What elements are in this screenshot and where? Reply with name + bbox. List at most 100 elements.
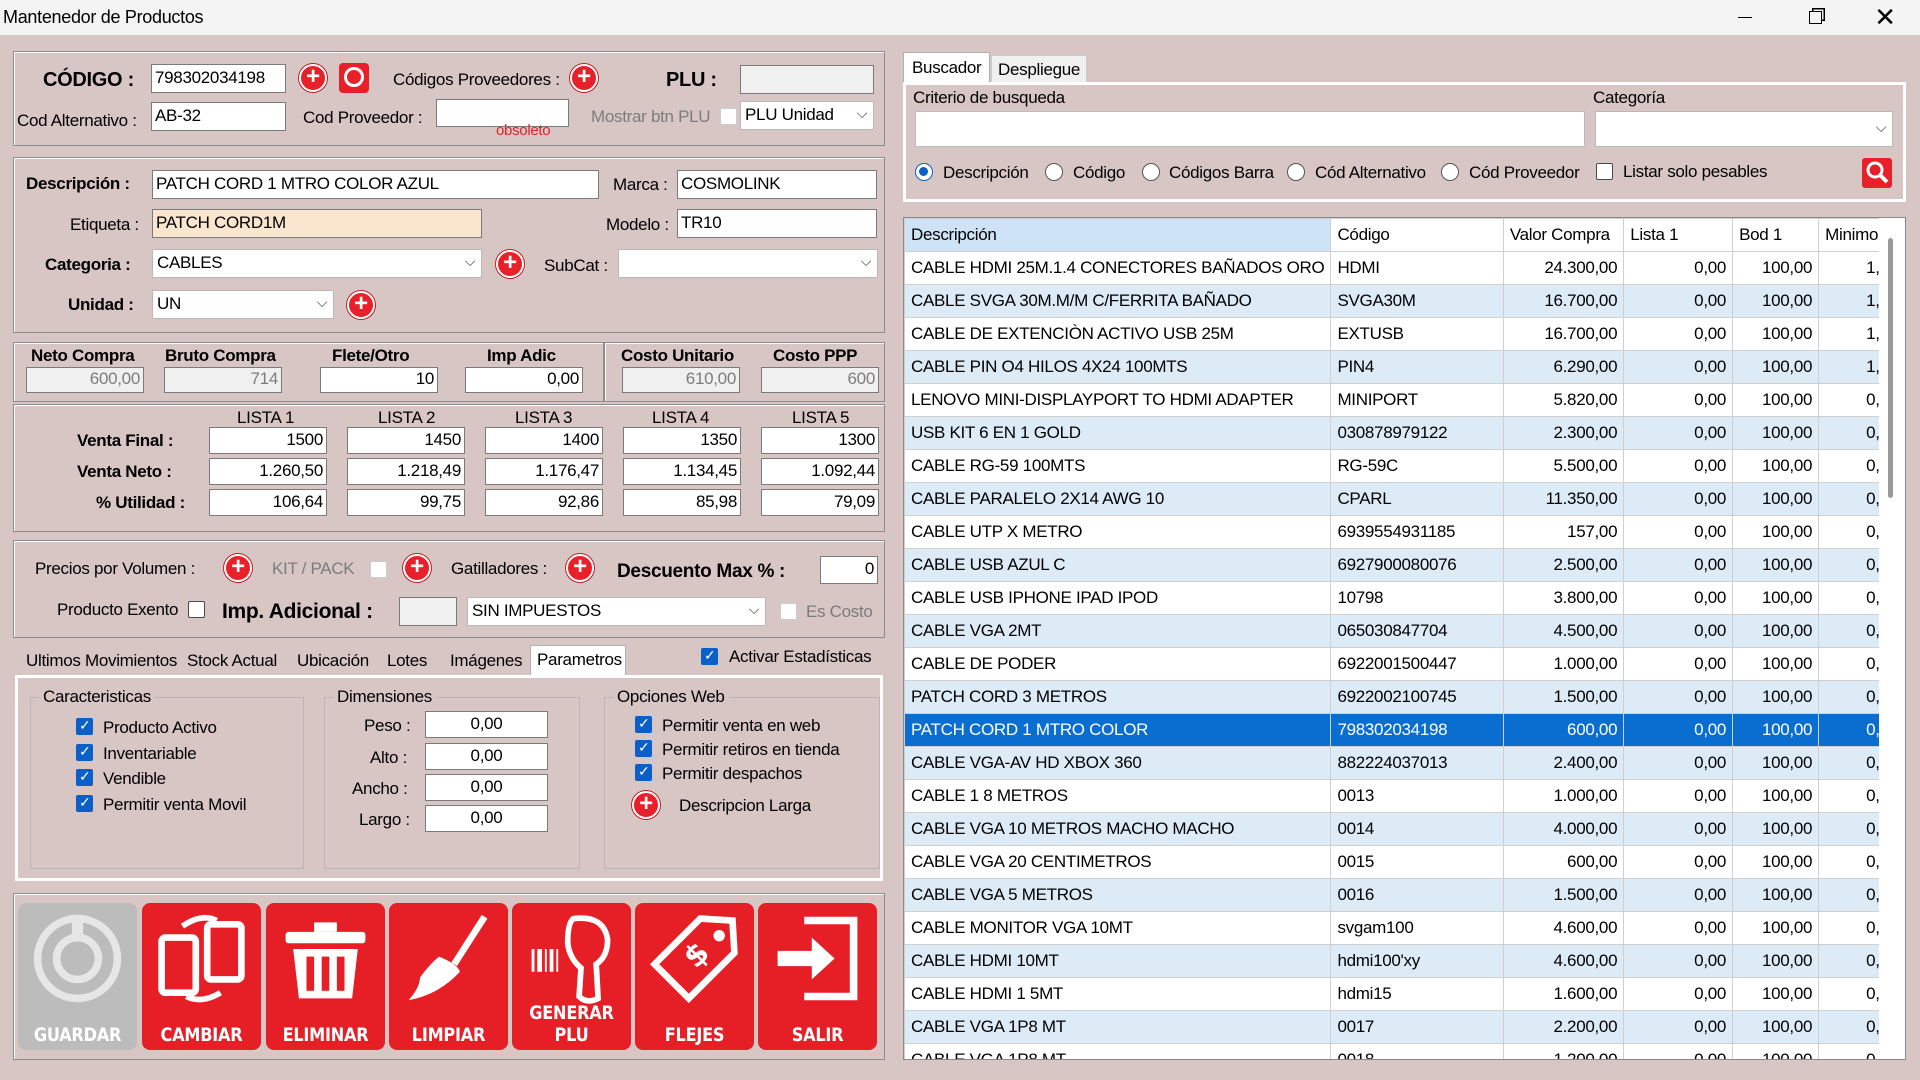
imp-adicional-code[interactable] <box>399 597 457 626</box>
bruto-compra-input[interactable]: 714 <box>164 367 282 393</box>
radio-cod-alternativo[interactable] <box>1287 163 1305 181</box>
tab-stock-actual[interactable]: Stock Actual <box>181 647 283 675</box>
tab-parametros[interactable]: Parametros <box>530 645 626 676</box>
permitir-despachos-checkbox[interactable] <box>635 763 652 781</box>
cod-alternativo-input[interactable]: AB-32 <box>151 102 286 131</box>
radio-codigos-barra[interactable] <box>1142 163 1160 181</box>
impuesto-select[interactable]: SIN IMPUESTOS ⌵ <box>467 597 766 626</box>
table-row[interactable]: PATCH CORD 1 MTRO COLOR 798302034198 600,0… <box>904 713 1905 747</box>
ancho-input[interactable]: 0,00 <box>425 774 548 801</box>
imp-adic-input[interactable]: 0,00 <box>465 367 583 393</box>
eliminar-button[interactable]: ELIMINAR <box>266 903 385 1050</box>
tab-despliegue[interactable]: Despliegue <box>991 55 1088 83</box>
add-categoria-button[interactable]: + <box>496 250 524 278</box>
add-unidad-button[interactable]: + <box>347 291 375 319</box>
table-row[interactable]: CABLE VGA 1P8 MT00181.200,000,00100,000,… <box>904 1043 1905 1059</box>
radio-codigo[interactable] <box>1045 163 1063 181</box>
col-codigo[interactable]: Código <box>1330 218 1504 252</box>
table-row[interactable]: CABLE RG-59 100MTS RG-59C 5.500,00 0,00 100,… <box>904 449 1905 483</box>
table-row[interactable]: CABLE USB AZUL C 6927900080076 2.500,00 0,0… <box>904 548 1905 582</box>
maximize-button[interactable] <box>1780 0 1850 35</box>
add-codigo-button[interactable]: + <box>299 64 327 92</box>
utilidad-lista5[interactable]: 79,09 <box>761 489 879 516</box>
table-row[interactable]: CABLE USB IPHONE IPAD IPOD 10798 3.800,00 0… <box>904 581 1905 615</box>
venta-final-lista4[interactable]: 1350 <box>623 427 741 454</box>
add-kit-pack-button[interactable]: + <box>403 554 431 582</box>
utilidad-lista1[interactable]: 106,64 <box>209 489 327 516</box>
tab-ubicacion[interactable]: Ubicación <box>291 647 375 675</box>
table-row[interactable]: CABLE HDMI 10MT hdmi100'xy 4.600,00 0,00 100… <box>904 944 1905 978</box>
grid-scroll-thumb[interactable] <box>1888 238 1893 498</box>
table-row[interactable]: LENOVO MINI-DISPLAYPORT TO HDMI ADAPTER M… <box>904 383 1905 417</box>
categoria-search-select[interactable]: ⌵ <box>1595 111 1893 147</box>
unidad-select[interactable]: UN ⌵ <box>152 290 334 319</box>
venta-final-lista1[interactable]: 1500 <box>209 427 327 454</box>
table-row[interactable]: CABLE 1 8 METROS00131.000,000,00100,000,… <box>904 779 1905 813</box>
radio-descripcion[interactable] <box>915 163 933 181</box>
products-grid[interactable]: Descripción Código Valor Compra Lista 1 … <box>903 217 1906 1060</box>
venta-final-lista3[interactable]: 1400 <box>485 427 603 454</box>
table-row[interactable]: CABLE HDMI 25M.1.4 CONECTORES BAÑADOS OR… <box>904 251 1905 285</box>
generar-plu-button[interactable]: GENERAR PLU <box>512 903 631 1050</box>
plu-unidad-select[interactable]: PLU Unidad ⌵ <box>740 101 874 130</box>
add-codigos-proveedores-button[interactable]: + <box>570 64 598 92</box>
mostrar-plu-checkbox[interactable] <box>720 108 737 125</box>
largo-input[interactable]: 0,00 <box>425 805 548 832</box>
kit-pack-checkbox[interactable] <box>370 561 387 578</box>
table-row[interactable]: CABLE VGA-AV HD XBOX 360 882224037013 2.40… <box>904 746 1905 780</box>
search-button[interactable] <box>1862 158 1892 188</box>
table-row[interactable]: CABLE VGA 1P8 MT00172.200,000,00100,000,… <box>904 1010 1905 1044</box>
alto-input[interactable]: 0,00 <box>425 743 548 770</box>
permitir-retiros-checkbox[interactable] <box>635 739 652 757</box>
permitir-venta-movil-checkbox[interactable] <box>76 794 93 812</box>
costo-unitario-input[interactable]: 610,00 <box>622 367 740 393</box>
radio-cod-proveedor[interactable] <box>1441 163 1459 181</box>
venta-neto-lista2[interactable]: 1.218,49 <box>347 458 465 485</box>
minimize-button[interactable] <box>1710 0 1780 35</box>
table-row[interactable]: CABLE VGA 20 CENTIMETROS 0015 600,00 0,00 10… <box>904 845 1905 879</box>
producto-activo-checkbox[interactable] <box>76 717 93 735</box>
etiqueta-input[interactable]: PATCH CORD1M <box>152 209 482 238</box>
costo-ppp-input[interactable]: 600 <box>761 367 879 393</box>
table-row[interactable]: CABLE SVGA 30M.M/M C/FERRITA BAÑADO SVGA3… <box>904 284 1905 318</box>
subcat-select[interactable]: ⌵ <box>618 249 878 278</box>
criterio-input[interactable] <box>915 111 1585 147</box>
grid-scrollbar[interactable] <box>1879 218 1905 1059</box>
venta-final-lista5[interactable]: 1300 <box>761 427 879 454</box>
marca-input[interactable]: COSMOLINK <box>677 170 877 199</box>
venta-neto-lista3[interactable]: 1.176,47 <box>485 458 603 485</box>
descripcion-input[interactable]: PATCH CORD 1 MTRO COLOR AZUL <box>152 170 599 199</box>
plu-input[interactable] <box>740 65 874 94</box>
venta-neto-lista5[interactable]: 1.092,44 <box>761 458 879 485</box>
utilidad-lista2[interactable]: 99,75 <box>347 489 465 516</box>
guardar-button[interactable]: GUARDAR <box>18 903 137 1050</box>
es-costo-checkbox[interactable] <box>780 603 797 620</box>
col-lista1[interactable]: Lista 1 <box>1623 218 1734 252</box>
add-gatilladores-button[interactable]: + <box>566 554 594 582</box>
producto-exento-checkbox[interactable] <box>188 601 205 618</box>
add-precios-volumen-button[interactable]: + <box>224 554 252 582</box>
utilidad-lista4[interactable]: 85,98 <box>623 489 741 516</box>
flejes-button[interactable]: $ FLEJES <box>635 903 754 1050</box>
add-descripcion-larga-button[interactable]: + <box>632 791 660 819</box>
table-row[interactable]: PATCH CORD 3 METROS 6922002100745 1.500,00… <box>904 680 1905 714</box>
neto-compra-input[interactable]: 600,00 <box>26 367 144 393</box>
vendible-checkbox[interactable] <box>76 768 93 786</box>
close-button[interactable]: ✕ <box>1850 0 1920 35</box>
table-row[interactable]: CABLE VGA 10 METROS MACHO MACHO 0014 4.000… <box>904 812 1905 846</box>
tab-imagenes[interactable]: Imágenes <box>444 647 528 675</box>
table-row[interactable]: CABLE MONITOR VGA 10MT svgam100 4.600,00 0,… <box>904 911 1905 945</box>
cambiar-button[interactable]: CAMBIAR <box>142 903 261 1050</box>
flete-input[interactable]: 10 <box>320 367 438 393</box>
table-row[interactable]: USB KIT 6 EN 1 GOLD 030878979122 2.300,00 0… <box>904 416 1905 450</box>
descuento-max-input[interactable]: 0 <box>820 556 878 584</box>
tab-ultimos-movimientos[interactable]: Ultimos Movimientos <box>20 647 183 675</box>
listar-pesables-checkbox[interactable] <box>1596 163 1613 180</box>
col-descripcion[interactable]: Descripción <box>904 218 1332 252</box>
col-bod1[interactable]: Bod 1 <box>1732 218 1820 252</box>
activar-estadisticas-checkbox[interactable] <box>701 647 718 665</box>
table-row[interactable]: CABLE DE PODER 6922001500447 1.000,00 0,00 1… <box>904 647 1905 681</box>
tab-lotes[interactable]: Lotes <box>381 647 433 675</box>
table-row[interactable]: CABLE PIN O4 HILOS 4X24 100MTS PIN4 6.290,… <box>904 350 1905 384</box>
table-row[interactable]: CABLE PARALELO 2X14 AWG 10 CPARL 11.350,00… <box>904 482 1905 516</box>
